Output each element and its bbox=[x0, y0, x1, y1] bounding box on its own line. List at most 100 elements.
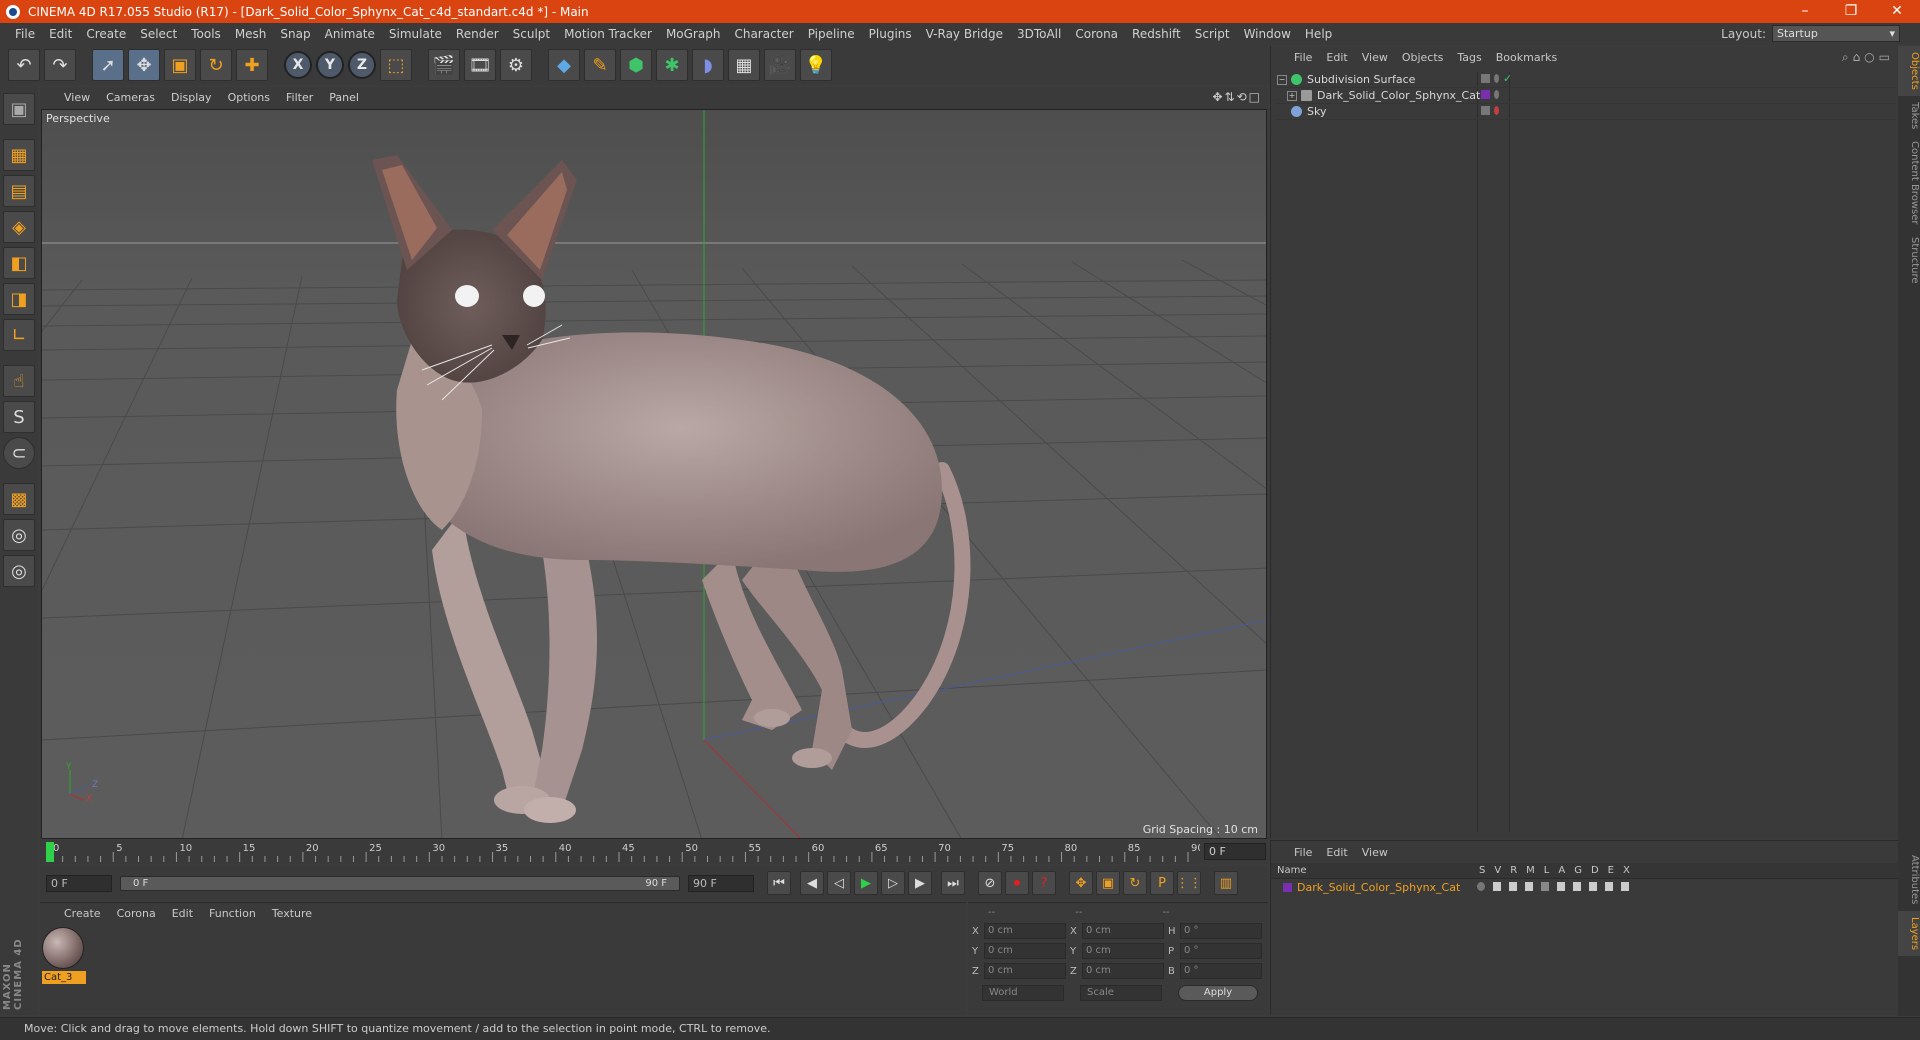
objects-menu-edit[interactable]: Edit bbox=[1319, 51, 1354, 64]
autokeying-button[interactable]: ? bbox=[1032, 871, 1056, 895]
layers-menu-file[interactable]: File bbox=[1287, 846, 1319, 859]
layer-color-swatch[interactable] bbox=[1283, 882, 1292, 892]
objects-menu-file[interactable]: File bbox=[1287, 51, 1319, 64]
menu-plugins[interactable]: Plugins bbox=[862, 27, 919, 41]
current-frame-field[interactable]: 0 F bbox=[1204, 843, 1266, 860]
move-tool-button[interactable]: ✥ bbox=[128, 49, 160, 81]
menu-motion-tracker[interactable]: Motion Tracker bbox=[557, 27, 659, 41]
edges-mode-button[interactable]: ◨ bbox=[3, 283, 35, 315]
layer-row[interactable]: Dark_Solid_Color_Sphynx_Cat bbox=[1271, 879, 1898, 895]
recent-tool-button[interactable]: ✚ bbox=[236, 49, 268, 81]
points-mode-button[interactable]: ◧ bbox=[3, 247, 35, 279]
objects-menu-bookmarks[interactable]: Bookmarks bbox=[1489, 51, 1564, 64]
layer-col-view[interactable]: V bbox=[1494, 865, 1501, 876]
goto-end-button[interactable]: ⏭ bbox=[941, 871, 965, 895]
layer-flag-icon[interactable] bbox=[1481, 106, 1490, 115]
size-y-field[interactable]: 0 cm bbox=[1082, 943, 1164, 959]
make-editable-button[interactable]: ▣ bbox=[3, 93, 35, 125]
menu-pipeline[interactable]: Pipeline bbox=[801, 27, 862, 41]
material-menu-texture[interactable]: Texture bbox=[264, 907, 320, 920]
viewport-menu-cameras[interactable]: Cameras bbox=[98, 91, 163, 104]
workplane-lock-button[interactable]: ◎ bbox=[3, 519, 35, 551]
material-menu-corona[interactable]: Corona bbox=[109, 907, 164, 920]
layout-select[interactable]: Startup bbox=[1772, 25, 1900, 42]
record-motion-button[interactable]: ⊘ bbox=[978, 871, 1002, 895]
menu-simulate[interactable]: Simulate bbox=[382, 27, 449, 41]
lock-icon[interactable] bbox=[1541, 882, 1549, 891]
objects-menu-tags[interactable]: Tags bbox=[1450, 51, 1488, 64]
layer-col-xref[interactable]: X bbox=[1623, 865, 1630, 876]
viewport-menu-view[interactable]: View bbox=[56, 91, 98, 104]
menu-mesh[interactable]: Mesh bbox=[228, 27, 274, 41]
size-x-field[interactable]: 0 cm bbox=[1082, 923, 1164, 939]
menu-create[interactable]: Create bbox=[79, 27, 133, 41]
layer-col-manager[interactable]: M bbox=[1526, 865, 1535, 876]
layer-col-expressions[interactable]: E bbox=[1608, 865, 1614, 876]
coordinate-space-select[interactable]: World bbox=[982, 985, 1064, 1001]
rotation-h-field[interactable]: 0 ° bbox=[1180, 923, 1262, 939]
render-view-button[interactable]: 🎬 bbox=[428, 49, 460, 81]
max-time-field[interactable]: 90 F bbox=[688, 874, 754, 892]
objects-menu-view[interactable]: View bbox=[1355, 51, 1395, 64]
menu-render[interactable]: Render bbox=[449, 27, 506, 41]
object-row-sphynx-cat[interactable]: + Dark_Solid_Color_Sphynx_Cat bbox=[1275, 88, 1895, 104]
material-menu-function[interactable]: Function bbox=[201, 907, 264, 920]
perspective-viewport[interactable]: Perspective Y Z X Grid Spacing : 10 cm bbox=[41, 109, 1267, 839]
min-time-field[interactable]: 0 F bbox=[46, 874, 112, 892]
viewport-menu-display[interactable]: Display bbox=[163, 91, 220, 104]
view-eye-icon[interactable] bbox=[1493, 882, 1501, 891]
model-mode-button[interactable]: ▦ bbox=[3, 139, 35, 171]
minimize-button[interactable]: – bbox=[1782, 0, 1828, 23]
goto-start-button[interactable]: ⏮ bbox=[767, 871, 791, 895]
layer-flag-icon[interactable] bbox=[1481, 74, 1490, 83]
object-manager-search-icons[interactable]: ⌕⌂○▭ bbox=[1842, 50, 1894, 65]
tweak-mode-button[interactable]: S bbox=[3, 401, 35, 433]
menu-tools[interactable]: Tools bbox=[184, 27, 228, 41]
prev-key-button[interactable]: ◀ bbox=[800, 871, 824, 895]
position-z-field[interactable]: 0 cm bbox=[984, 963, 1066, 979]
material-swatch[interactable]: Cat_3 bbox=[42, 927, 86, 984]
tab-structure[interactable]: Structure bbox=[1898, 231, 1920, 290]
menu-window[interactable]: Window bbox=[1237, 27, 1298, 41]
y-axis-lock-button[interactable]: Y bbox=[316, 51, 344, 79]
solo-icon[interactable] bbox=[1477, 882, 1485, 891]
expression-icon[interactable] bbox=[1605, 882, 1613, 891]
position-x-field[interactable]: 0 cm bbox=[984, 923, 1066, 939]
objects-menu-objects[interactable]: Objects bbox=[1395, 51, 1451, 64]
position-y-field[interactable]: 0 cm bbox=[984, 943, 1066, 959]
visibility-dots-icon[interactable] bbox=[1494, 106, 1499, 115]
layer-color-icon[interactable] bbox=[1481, 90, 1490, 99]
layer-col-deformers[interactable]: D bbox=[1591, 865, 1599, 876]
menu-vray-bridge[interactable]: V-Ray Bridge bbox=[919, 27, 1010, 41]
viewport-navigation-icons[interactable]: ✥⇅⟲□ bbox=[1212, 90, 1262, 104]
polygons-mode-button[interactable]: ∟ bbox=[3, 319, 35, 351]
deformer-icon[interactable] bbox=[1589, 882, 1597, 891]
snap-button[interactable]: ▩ bbox=[3, 483, 35, 515]
key-parameter-button[interactable]: P bbox=[1150, 871, 1174, 895]
tab-content-browser[interactable]: Content Browser bbox=[1898, 135, 1920, 230]
prev-frame-button[interactable]: ◁ bbox=[827, 871, 851, 895]
menu-select[interactable]: Select bbox=[133, 27, 184, 41]
redo-button[interactable]: ↷ bbox=[44, 49, 76, 81]
layer-col-animation[interactable]: A bbox=[1558, 865, 1565, 876]
tab-takes[interactable]: Takes bbox=[1898, 96, 1920, 135]
timeline-window-button[interactable]: ▥ bbox=[1214, 871, 1238, 895]
tab-objects[interactable]: Objects bbox=[1898, 46, 1920, 96]
size-z-field[interactable]: 0 cm bbox=[1082, 963, 1164, 979]
workplane-mode-button[interactable]: ◈ bbox=[3, 211, 35, 243]
floor-button[interactable]: ▦ bbox=[728, 49, 760, 81]
menu-corona[interactable]: Corona bbox=[1068, 27, 1125, 41]
texture-mode-button[interactable]: ▤ bbox=[3, 175, 35, 207]
menu-animate[interactable]: Animate bbox=[318, 27, 382, 41]
rotation-p-field[interactable]: 0 ° bbox=[1180, 943, 1262, 959]
enabled-check-icon[interactable]: ✓ bbox=[1503, 73, 1513, 84]
tab-attributes[interactable]: Attributes bbox=[1898, 849, 1920, 910]
expand-toggle[interactable]: + bbox=[1287, 90, 1297, 101]
maximize-button[interactable]: ❐ bbox=[1828, 0, 1874, 23]
layers-menu-view[interactable]: View bbox=[1355, 846, 1395, 859]
key-position-button[interactable]: ✥ bbox=[1069, 871, 1093, 895]
object-row-subdivision-surface[interactable]: − Subdivision Surface ✓ bbox=[1275, 72, 1895, 88]
key-rotation-button[interactable]: ↻ bbox=[1123, 871, 1147, 895]
layers-menu-edit[interactable]: Edit bbox=[1319, 846, 1354, 859]
tab-layers[interactable]: Layers bbox=[1898, 910, 1920, 956]
